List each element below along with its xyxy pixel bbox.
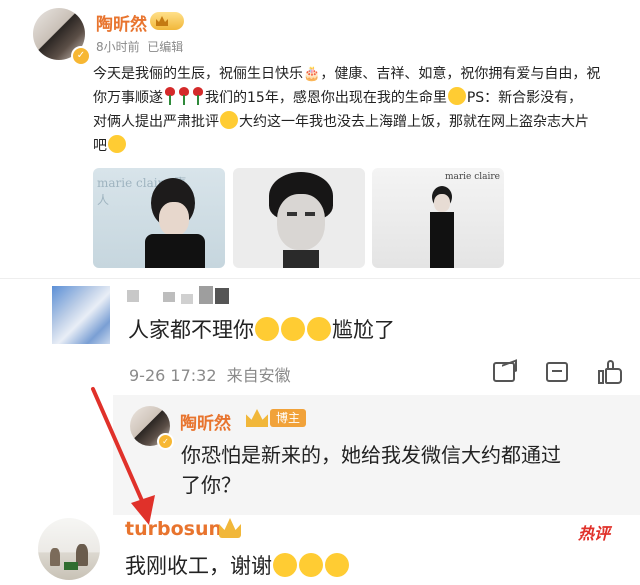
red-arrow-annotation	[91, 387, 155, 525]
author-name[interactable]: 陶昕然	[96, 10, 147, 35]
post-image-2[interactable]	[233, 168, 365, 268]
reply-author-name[interactable]: 陶昕然	[180, 409, 231, 434]
crying-laugh-emoji-icon	[307, 317, 331, 341]
crying-laugh-emoji-icon	[281, 317, 305, 341]
turbosun-comment-main: 我刚收工，谢谢	[125, 554, 272, 578]
comment-icon[interactable]	[546, 362, 568, 382]
post-line-2a: 你万事顺遂	[93, 90, 163, 106]
reply-text: 你恐怕是新来的，她给我发微信大约都通过 了你？	[181, 440, 561, 500]
heart-eyes-emoji-icon	[273, 553, 297, 577]
post-text: 今天是我俪的生辰，祝俪生日快乐🎂，健康、吉祥、如意，祝你拥有爱与自由，祝 你万事…	[93, 62, 638, 158]
post-line-1: 今天是我俪的生辰，祝俪生日快乐🎂，健康、吉祥、如意，祝你拥有爱与自由，祝	[93, 66, 601, 82]
post-image-1[interactable]: marie claire 嘉人	[93, 168, 225, 268]
post-image-3[interactable]: marie claire	[372, 168, 504, 268]
comment-text: 人家都不理你 尴尬了	[128, 314, 395, 344]
like-icon[interactable]	[598, 360, 622, 384]
member-crown-icon	[150, 12, 184, 30]
comment-text-main: 人家都不理你	[128, 318, 254, 342]
divider	[0, 278, 640, 279]
turbosun-comment-text: 我刚收工，谢谢	[125, 550, 350, 580]
magazine-logo: marie claire	[444, 172, 500, 182]
share-icon[interactable]	[493, 359, 517, 382]
crying-laugh-emoji-icon	[255, 317, 279, 341]
comment-meta: 9-26 17:32 来自安徽	[129, 366, 291, 385]
post-line-2c: PS：新合影没有，	[466, 90, 583, 106]
rose-icon	[193, 87, 203, 105]
rose-icon	[165, 87, 175, 105]
post-meta: 8小时前 已编辑	[96, 40, 184, 54]
heart-eyes-emoji-icon	[325, 553, 349, 577]
post-line-3a: 对俩人提出严肃批评	[93, 114, 219, 130]
laugh-emoji-icon	[220, 111, 238, 129]
grin-emoji-icon	[108, 135, 126, 153]
heart-eyes-emoji-icon	[299, 553, 323, 577]
comment-text-tail: 尴尬了	[332, 318, 395, 342]
smile-emoji-icon	[447, 87, 466, 105]
commenter-name-blurred	[127, 286, 237, 306]
post-line-4: 吧	[93, 138, 107, 154]
member-crown-icon	[219, 518, 241, 538]
rose-icon	[179, 87, 189, 105]
post-line-3b: 大约这一年我也没去上海蹭上饭，那就在网上盗杂志大片	[239, 114, 589, 130]
hot-comment-badge: 热评	[578, 524, 611, 543]
reply-line-2: 了你？	[181, 473, 241, 497]
turbosun-name[interactable]: turbosun	[125, 518, 222, 540]
commenter-avatar-blurred[interactable]	[52, 286, 110, 344]
verified-badge-icon: ✓	[71, 46, 91, 66]
reply-line-1: 你恐怕是新来的，她给我发微信大约都通过	[181, 443, 561, 467]
author-role-badge: 博主	[270, 409, 307, 427]
turbosun-avatar[interactable]	[38, 518, 100, 580]
post-line-2b: 我们的15年，感恩你出现在我的生命里	[205, 90, 447, 106]
